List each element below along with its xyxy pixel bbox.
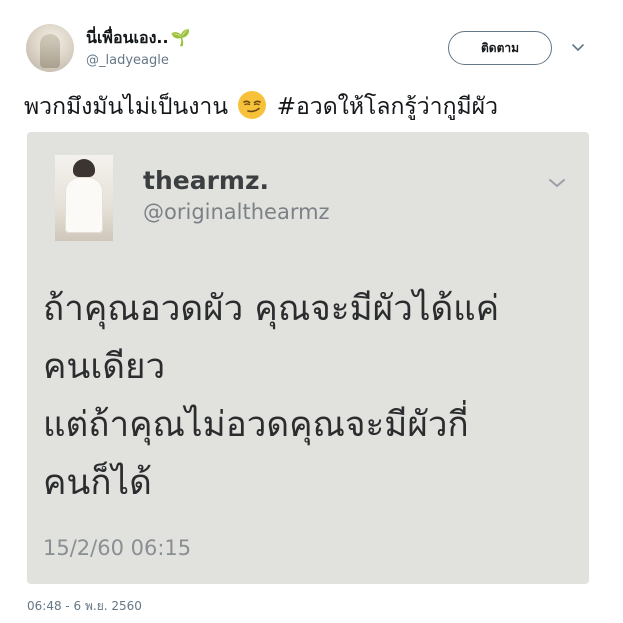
author-display-name[interactable]: นี่เพื่อนเอง.. 🌱: [86, 26, 190, 51]
chevron-down-icon: [549, 179, 565, 187]
author-display-name-text: นี่เพื่อนเอง..: [86, 28, 169, 47]
quoted-tweet-line: คนเดียว: [43, 347, 166, 387]
avatar-figure: [40, 34, 60, 68]
tweet-text-body: พวกมึงมันไม่เป็นงาน: [24, 94, 229, 120]
quoted-author-handle: @originalthearmz: [143, 200, 330, 224]
quoted-tweet-body: ถ้าคุณอวดผัว คุณจะมีผัวได้แค่ คนเดียว แต…: [43, 280, 583, 512]
quoted-tweet-time: 15/2/60 06:15: [43, 536, 192, 560]
quoted-tweet-image[interactable]: thearmz. @originalthearmz ถ้าคุณอวดผัว ค…: [27, 132, 589, 584]
quoted-tweet-line: แต่ถ้าคุณไม่อวดคุณจะมีผัวกี่: [43, 405, 469, 445]
author-handle[interactable]: @_ladyeagle: [86, 53, 169, 68]
quoted-author-display-name: thearmz.: [143, 166, 270, 195]
smirking-face-icon: [238, 91, 267, 119]
sprout-icon: 🌱: [170, 28, 191, 47]
author-avatar[interactable]: [26, 24, 74, 72]
tweet-timestamp[interactable]: 06:48 - 6 พ.ย. 2560: [27, 597, 142, 616]
avatar-hair: [73, 159, 95, 177]
tweet-header: นี่เพื่อนเอง.. 🌱 @_ladyeagle ติดตาม: [24, 22, 599, 76]
chevron-down-icon[interactable]: [569, 38, 587, 56]
tweet-text: พวกมึงมันไม่เป็นงาน #อวดให้โลกรู้ว่ากูมี…: [24, 88, 599, 126]
avatar-body: [65, 177, 103, 233]
quoted-author-avatar: [55, 155, 113, 241]
quoted-tweet-line: ถ้าคุณอวดผัว คุณจะมีผัวได้แค่: [43, 289, 500, 329]
hashtag-link[interactable]: #อวดให้โลกรู้ว่ากูมีผัว: [277, 94, 498, 120]
tweet-card: นี่เพื่อนเอง.. 🌱 @_ladyeagle ติดตาม พวกมึ…: [0, 0, 623, 623]
quoted-tweet-line: คนก็ได้: [43, 463, 152, 503]
follow-button[interactable]: ติดตาม: [448, 31, 552, 65]
